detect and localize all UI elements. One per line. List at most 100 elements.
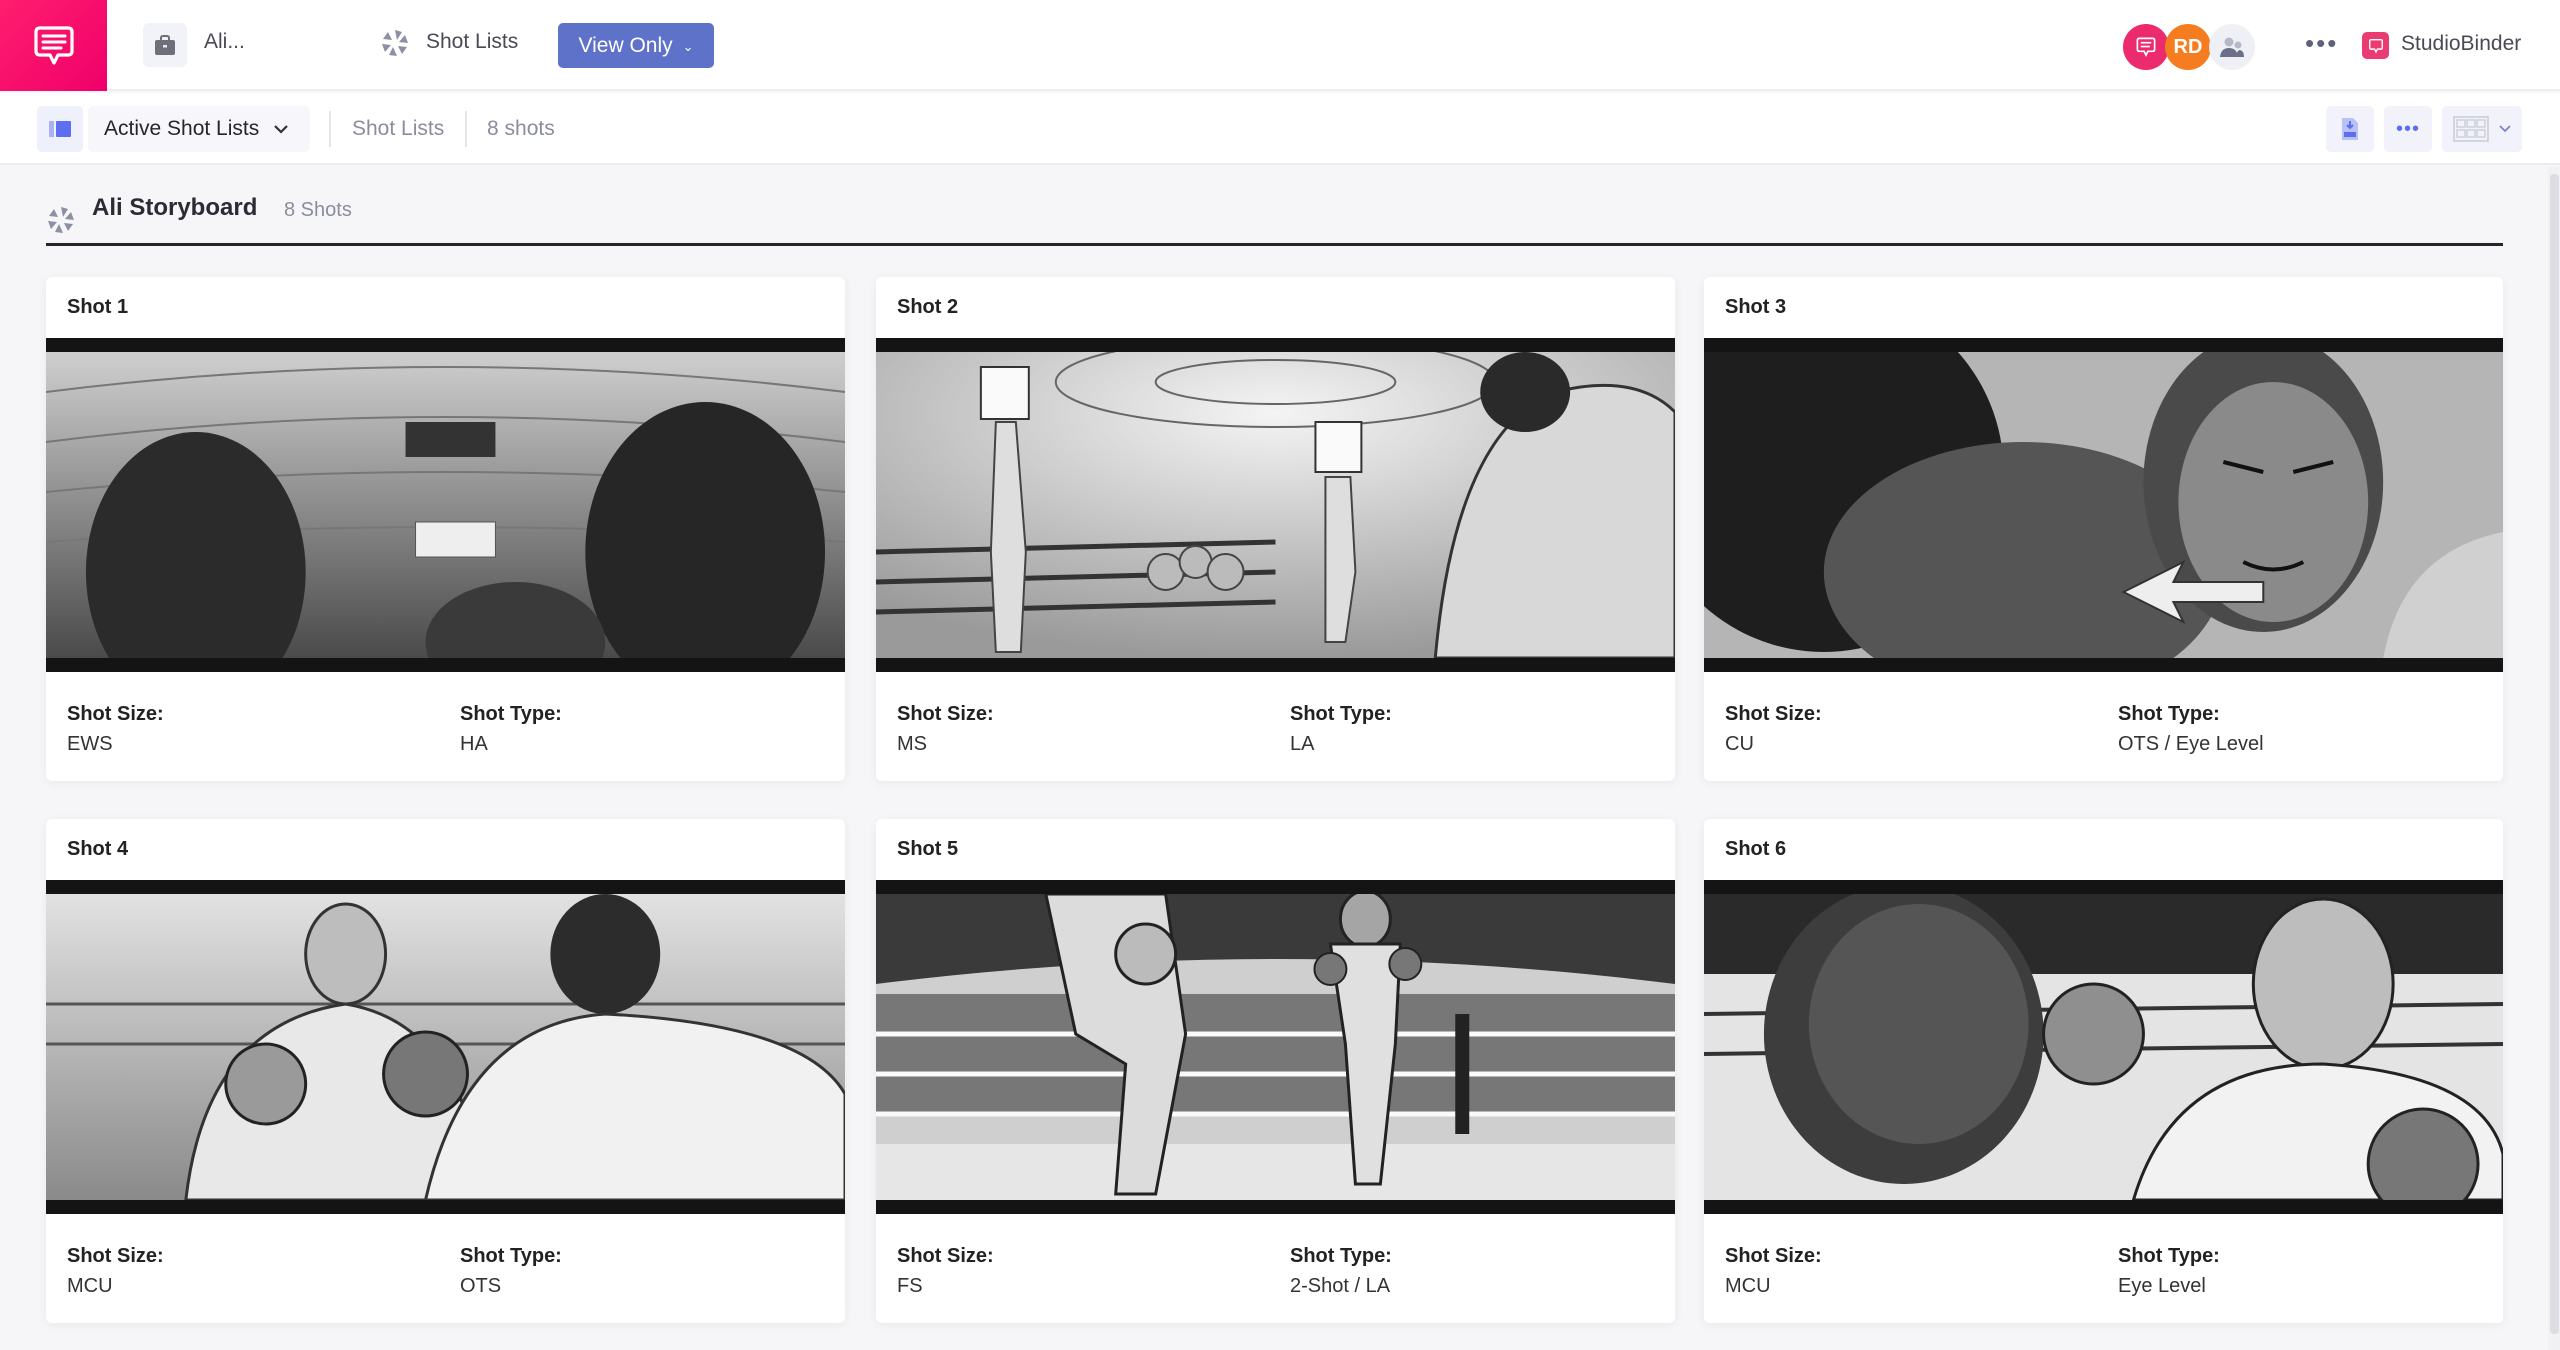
shot-title: Shot 2: [897, 296, 959, 318]
shot-card[interactable]: Shot 5 Shot Size: FS Shot Type: 2-Shot /…: [876, 819, 1675, 1323]
active-shot-lists-label: Active Shot Lists: [104, 117, 260, 140]
storyboard-shot-count: 8 Shots: [284, 199, 352, 221]
shot-size-field: Shot Size: MCU: [1725, 1245, 1822, 1298]
shot-type-field: Shot Type: HA: [460, 703, 562, 756]
storyboard-image-faceoff: [46, 894, 845, 1200]
avatar-rd[interactable]: RD: [2165, 24, 2211, 70]
shot-title: Shot 5: [897, 838, 959, 860]
shot-title: Shot 3: [1725, 296, 1787, 318]
shot-type-label: Shot Type:: [2118, 703, 2220, 725]
shot-size-label: Shot Size:: [897, 703, 994, 725]
shot-card[interactable]: Shot 6 Shot Size: MCU Shot Type: Eye Lev…: [1704, 819, 2503, 1323]
brand-logo-icon: [2362, 32, 2389, 59]
shot-card[interactable]: Shot 1 Shot Size: EWS Shot Type: HA: [46, 277, 845, 781]
avatar-initials: RD: [2173, 35, 2203, 58]
shot-title: Shot 1: [67, 296, 129, 318]
storyboard-frame[interactable]: [876, 338, 1675, 672]
shot-size-field: Shot Size: EWS: [67, 703, 164, 756]
shot-card[interactable]: Shot 2 Shot Size: MS Shot Type: LA: [876, 277, 1675, 781]
more-actions-button[interactable]: •••: [2384, 106, 2432, 152]
view-only-dropdown[interactable]: View Only ⌄: [558, 23, 714, 68]
shot-size-label: Shot Size:: [67, 1245, 164, 1267]
shot-size-field: Shot Size: MS: [897, 703, 994, 756]
shot-size-value: CU: [1725, 733, 1754, 755]
storyboard-frame[interactable]: [1704, 880, 2503, 1214]
storyboard-frame[interactable]: [46, 880, 845, 1214]
shot-type-value: LA: [1290, 733, 1315, 755]
shot-type-label: Shot Type:: [2118, 1245, 2220, 1267]
storyboard-image-arena: [46, 352, 845, 658]
chat-logo-icon: [33, 25, 74, 65]
shot-size-value: FS: [897, 1275, 923, 1297]
divider: [329, 111, 331, 147]
shot-count: 8 shots: [487, 117, 555, 140]
sidebar-toggle-button[interactable]: [37, 106, 83, 152]
shot-size-value: MCU: [67, 1275, 113, 1297]
title-divider: [46, 243, 2503, 246]
storyboard-image-ring-girls: [876, 352, 1675, 658]
brand-name[interactable]: StudioBinder: [2401, 32, 2521, 56]
avatar-chat[interactable]: [2123, 24, 2169, 70]
shot-type-label: Shot Type:: [460, 1245, 562, 1267]
shot-size-label: Shot Size:: [897, 1245, 994, 1267]
shot-type-value: OTS: [460, 1275, 502, 1297]
shot-size-field: Shot Size: CU: [1725, 703, 1822, 756]
sidebar-panel-icon: [49, 121, 71, 137]
shot-size-value: MCU: [1725, 1275, 1771, 1297]
storyboard-image-closeup: [1704, 352, 2503, 658]
grid-layout-dropdown[interactable]: [2442, 106, 2522, 152]
storyboard-image-punch: [1704, 894, 2503, 1200]
storyboard-frame[interactable]: [1704, 338, 2503, 672]
avatar-add-people[interactable]: [2209, 24, 2255, 70]
shot-type-field: Shot Type: OTS / Eye Level: [2118, 703, 2264, 756]
grid-layout-icon: [2453, 116, 2489, 142]
pdf-download-icon: [2342, 118, 2358, 140]
chevron-down-icon: [2499, 125, 2511, 133]
storyboard-image-ring-full: [876, 894, 1675, 1200]
shot-size-label: Shot Size:: [1725, 703, 1822, 725]
top-bar: Ali... Shot Lists View Only ⌄ RD ••• Stu…: [0, 0, 2560, 91]
download-pdf-button[interactable]: [2326, 106, 2374, 152]
chevron-down-icon: [274, 125, 289, 134]
shot-type-field: Shot Type: LA: [1290, 703, 1392, 756]
shot-size-value: EWS: [67, 733, 113, 755]
storyboard-title: Ali Storyboard: [92, 194, 258, 221]
shot-card[interactable]: Shot 4 Shot Size: MCU Shot Type: OTS: [46, 819, 845, 1323]
shot-type-field: Shot Type: 2-Shot / LA: [1290, 1245, 1392, 1298]
shot-size-field: Shot Size: MCU: [67, 1245, 164, 1298]
nav-shot-lists[interactable]: Shot Lists: [426, 30, 518, 54]
scrollbar-thumb[interactable]: [2550, 174, 2559, 1334]
shot-title: Shot 4: [67, 838, 129, 860]
breadcrumb-shot-lists[interactable]: Shot Lists: [352, 117, 444, 141]
secondary-toolbar: Active Shot Lists Shot Lists 8 shots •••: [0, 93, 2560, 165]
active-shot-lists-dropdown[interactable]: Active Shot Lists: [88, 106, 310, 152]
chevron-down-icon: ⌄: [682, 38, 694, 54]
studiobinder-logo[interactable]: [0, 0, 107, 91]
shot-type-label: Shot Type:: [460, 703, 562, 725]
project-briefcase-button[interactable]: [143, 23, 187, 67]
more-icon: •••: [2395, 117, 2420, 140]
briefcase-icon: [155, 35, 175, 55]
more-options-icon[interactable]: •••: [2305, 28, 2338, 59]
shot-type-value: Eye Level: [2118, 1275, 2206, 1297]
view-only-label: View Only: [578, 33, 673, 57]
shot-type-value: 2-Shot / LA: [1290, 1275, 1391, 1297]
shot-size-field: Shot Size: FS: [897, 1245, 994, 1298]
shot-type-field: Shot Type: OTS: [460, 1245, 562, 1298]
storyboard-content: Ali Storyboard 8 Shots Shot 1 Shot Size:: [0, 167, 2548, 1350]
chat-bubble-icon: [2136, 37, 2156, 58]
shot-title: Shot 6: [1725, 838, 1787, 860]
storyboard-frame[interactable]: [46, 338, 845, 672]
people-icon: [2220, 37, 2244, 57]
project-name[interactable]: Ali...: [204, 30, 245, 54]
shot-type-value: HA: [460, 733, 488, 755]
shot-type-label: Shot Type:: [1290, 703, 1392, 725]
shot-card[interactable]: Shot 3 Shot Size: CU Shot Type: OTS / Ey…: [1704, 277, 2503, 781]
aperture-icon: [380, 28, 410, 63]
shot-type-field: Shot Type: Eye Level: [2118, 1245, 2220, 1298]
shot-size-label: Shot Size:: [67, 703, 164, 725]
aperture-icon: [46, 192, 76, 247]
shot-type-label: Shot Type:: [1290, 1245, 1392, 1267]
divider: [465, 111, 467, 147]
storyboard-frame[interactable]: [876, 880, 1675, 1214]
